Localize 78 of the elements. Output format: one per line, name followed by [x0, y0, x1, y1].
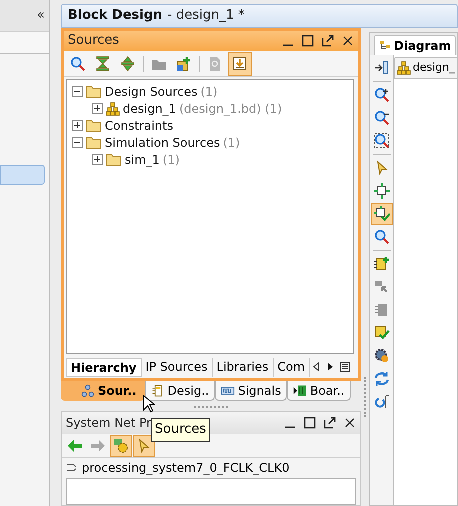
collapse-toggle-icon[interactable]: [72, 86, 83, 97]
dock-icon: [374, 60, 390, 76]
tree-item-label[interactable]: sim_1: [125, 150, 160, 168]
zoom-in-icon: [374, 87, 390, 103]
expand-all-icon: [120, 56, 136, 72]
reload-icon: [374, 394, 390, 410]
document-icon: [207, 56, 223, 72]
net-name: processing_system7_0_FCLK_CLK0: [82, 460, 290, 477]
fit-check-icon: [374, 206, 390, 222]
zoom-out-icon: [374, 110, 390, 126]
back-arrow-icon: [67, 438, 83, 454]
import-icon: [232, 56, 248, 72]
zoom-fit-icon: [374, 133, 390, 149]
properties-button[interactable]: [110, 434, 132, 456]
tree-item-label[interactable]: Design Sources: [105, 82, 198, 100]
forward-arrow-icon: [90, 438, 106, 454]
dock-tab[interactable]: Desig..: [144, 381, 216, 401]
tree-item-label[interactable]: Simulation Sources: [105, 134, 220, 152]
folder-icon: [86, 84, 102, 98]
tree-item-count: (1): [200, 84, 218, 100]
scroll-right-icon[interactable]: [325, 361, 336, 373]
dock-tab[interactable]: Sour..: [61, 381, 145, 401]
tree-item-label[interactable]: Constraints: [105, 116, 174, 134]
hierarchy-icon: [81, 384, 95, 398]
add-ip-icon: [374, 256, 390, 272]
design-tab[interactable]: design_: [394, 57, 457, 79]
block-design-icon: [397, 61, 411, 75]
import-button[interactable]: [228, 52, 252, 76]
panel-title: System Net Pr: [66, 415, 152, 432]
block-icon: [150, 384, 165, 398]
float-icon[interactable]: [324, 417, 336, 429]
close-icon[interactable]: [344, 417, 356, 429]
maximize-icon[interactable]: [304, 417, 316, 429]
expand-toggle-icon[interactable]: [72, 120, 83, 131]
tooltip: Sources: [151, 418, 210, 442]
folder-icon: [86, 118, 102, 132]
view-tab[interactable]: Hierarchy: [66, 358, 142, 376]
expand-toggle-icon[interactable]: [92, 103, 103, 114]
tree-item-label[interactable]: design_1: [123, 100, 176, 118]
search-icon: [374, 229, 390, 245]
window-subtitle: - design_1 *: [168, 7, 245, 26]
tree-diagram-icon: [379, 40, 391, 52]
tree-item-count: (1): [162, 152, 180, 168]
panel-title: Sources: [68, 32, 120, 50]
fit-icon: [374, 183, 390, 199]
search-icon: [70, 56, 86, 72]
autofit-button[interactable]: [370, 203, 392, 225]
tree-item-count: (1): [223, 134, 240, 152]
port-icon: [374, 279, 390, 295]
view-tab[interactable]: Com: [274, 358, 310, 376]
window-title: Block Design: [68, 7, 163, 26]
dock-tab[interactable]: Signals: [215, 381, 288, 401]
net-properties-icon: [113, 438, 129, 454]
scroll-left-icon[interactable]: [312, 361, 322, 373]
expand-toggle-icon[interactable]: [92, 154, 103, 165]
diagram-tab[interactable]: Diagram: [374, 35, 456, 55]
view-tab[interactable]: Libraries: [212, 358, 274, 376]
close-icon[interactable]: [342, 35, 354, 47]
block-design-icon: [106, 102, 120, 116]
folder-icon: [106, 152, 122, 166]
collapse-button[interactable]: «: [37, 9, 45, 22]
float-icon[interactable]: [322, 35, 334, 47]
list-menu-icon[interactable]: [339, 361, 352, 373]
collapse-all-icon: [95, 56, 111, 72]
refresh-icon: [374, 371, 390, 387]
tree-item-count: (design_1.bd) (1): [179, 100, 282, 118]
net-icon: [66, 463, 78, 473]
chip-icon: [374, 302, 390, 318]
view-tab[interactable]: IP Sources: [142, 358, 213, 376]
folder-icon: [86, 136, 102, 150]
add-sources-icon: [176, 56, 192, 72]
select-button[interactable]: [133, 434, 155, 456]
dock-tab[interactable]: Boar..: [287, 381, 351, 401]
maximize-icon[interactable]: [302, 35, 314, 47]
validate-icon: [374, 325, 390, 341]
board-icon: [293, 384, 308, 398]
collapse-toggle-icon[interactable]: [72, 137, 83, 148]
gear-icon: [374, 348, 390, 364]
